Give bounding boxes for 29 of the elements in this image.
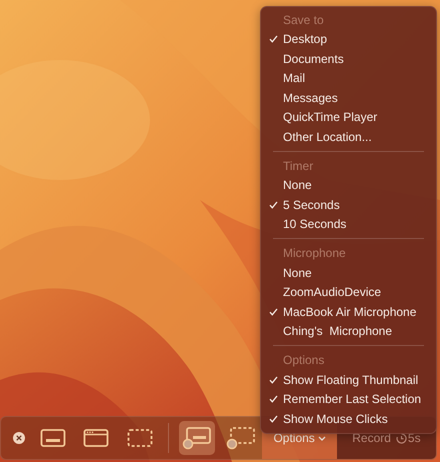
menu-item[interactable]: Other Location... xyxy=(283,130,372,144)
menu-item[interactable]: 10 Seconds xyxy=(283,217,346,232)
menu-section-header: Options xyxy=(283,353,324,368)
menu-item[interactable]: Show Floating Thumbnail xyxy=(283,372,418,387)
menu-item[interactable]: None xyxy=(283,178,312,192)
menu-item[interactable]: Remember Last Selection xyxy=(283,392,422,406)
menu-item[interactable]: MacBook Air Microphone xyxy=(283,304,416,319)
dashed-frame-icon xyxy=(127,428,154,448)
menu-item[interactable]: Ching's Microphone xyxy=(283,324,392,338)
menu-section-header: Microphone xyxy=(283,246,346,260)
menu-item[interactable]: ZoomAudioDevice xyxy=(283,285,382,300)
menu-section-header: Timer xyxy=(283,158,314,173)
timer-icon xyxy=(396,432,407,444)
chevron-down-icon xyxy=(318,436,326,440)
menu-item[interactable]: Messages xyxy=(283,90,338,105)
screen-icon xyxy=(182,426,212,450)
menu-item[interactable]: 5 Seconds xyxy=(283,198,340,212)
timer-label: 5s xyxy=(408,431,421,445)
menu-item[interactable]: None xyxy=(283,266,312,280)
close-icon xyxy=(12,432,25,444)
record-screen-button[interactable] xyxy=(178,421,215,455)
menu-item[interactable]: Desktop xyxy=(283,32,328,46)
menu-item[interactable]: Documents xyxy=(283,52,344,66)
screen-icon xyxy=(40,428,66,448)
dashed-frame-icon xyxy=(226,426,256,450)
menu-section-header: Save to xyxy=(283,12,324,27)
window-icon xyxy=(83,428,110,448)
menu-item[interactable]: QuickTime Player xyxy=(283,110,378,124)
menu-item[interactable]: Mail xyxy=(283,71,306,86)
